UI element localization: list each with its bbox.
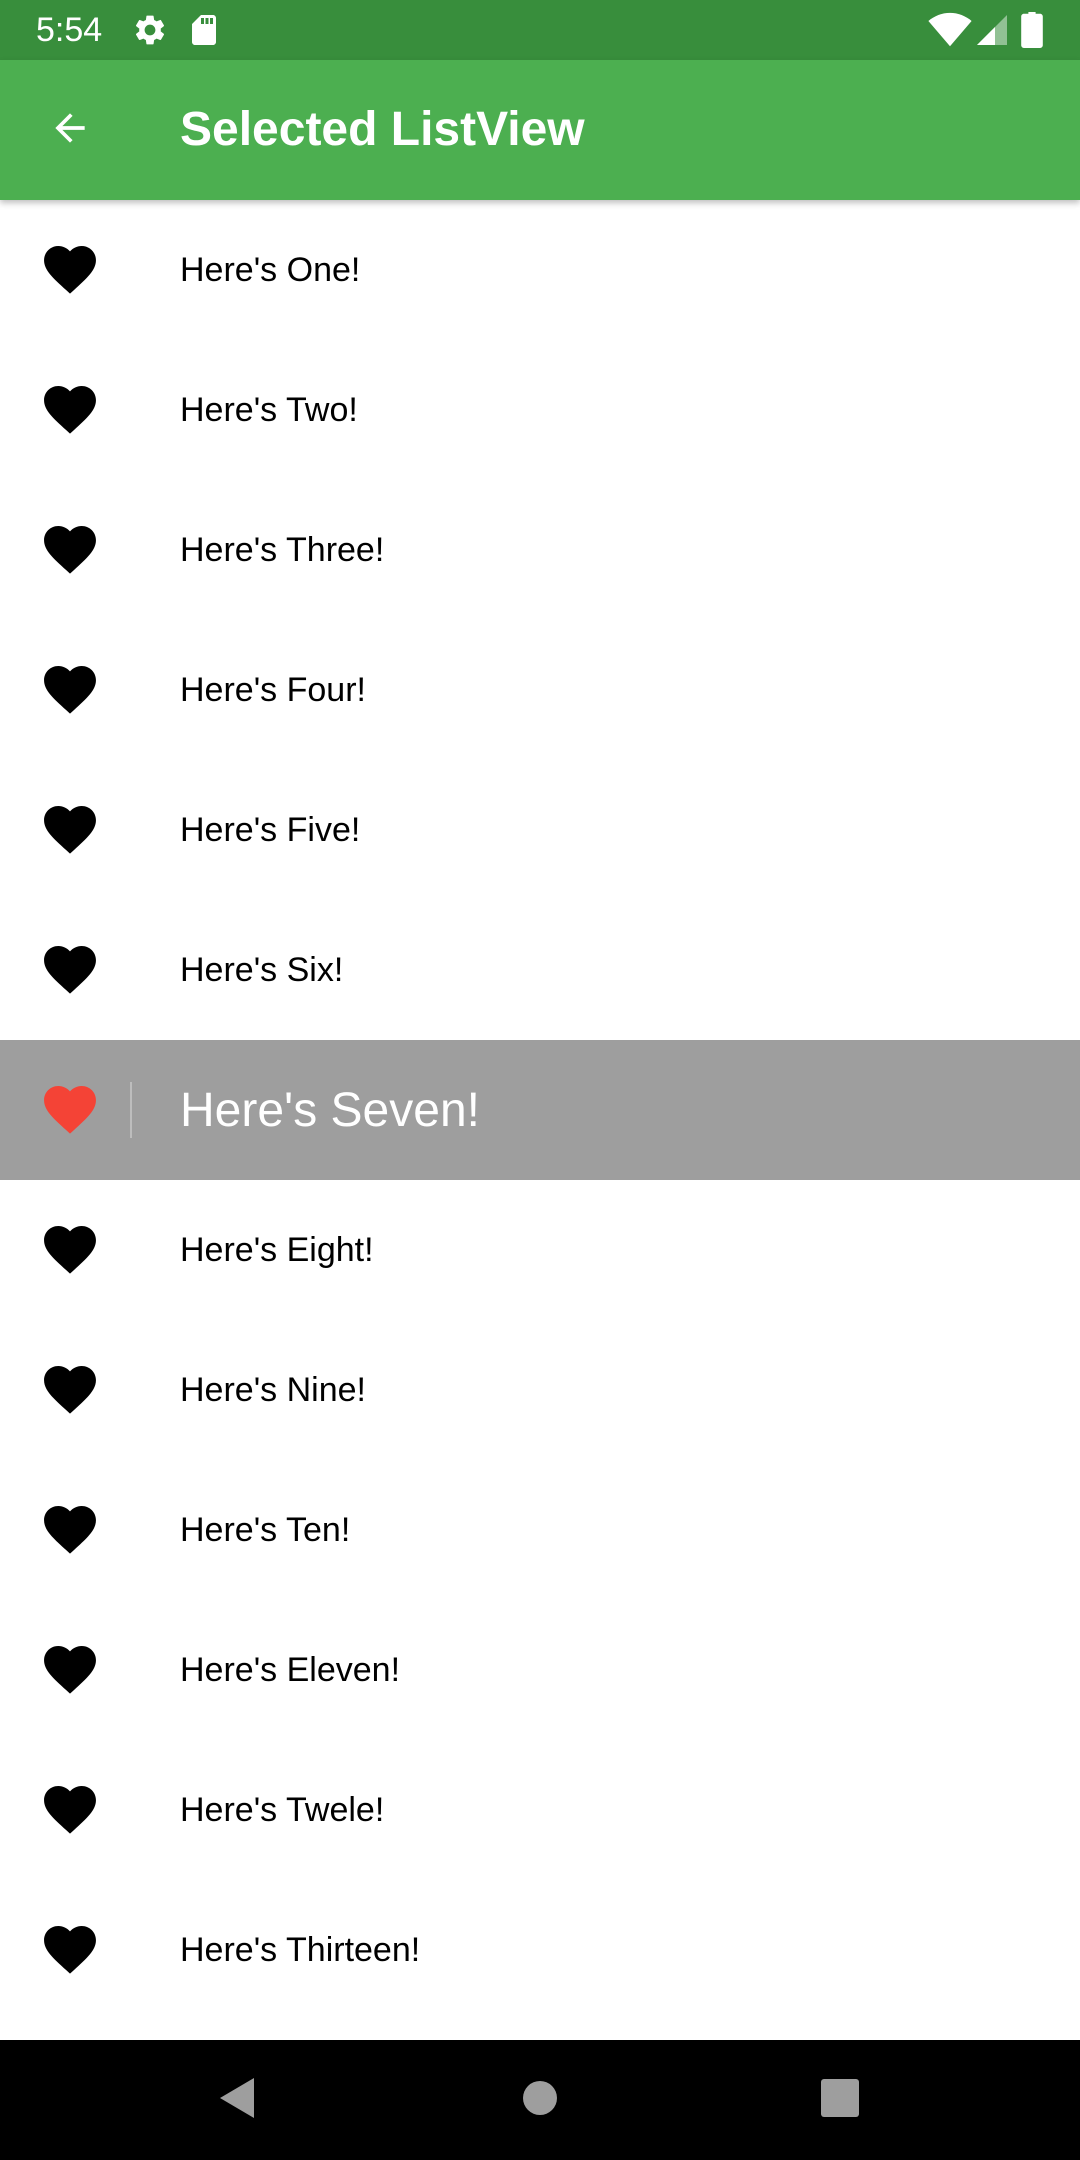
list-item[interactable]: Here's Ten! xyxy=(0,1460,1080,1600)
heart-icon xyxy=(44,806,96,854)
list-item-label: Here's Thirteen! xyxy=(180,1930,421,1969)
heart-icon xyxy=(44,666,96,714)
heart-icon xyxy=(44,1086,96,1134)
list-item[interactable]: Here's Eleven! xyxy=(0,1600,1080,1740)
nav-home-button[interactable] xyxy=(510,2070,570,2130)
recents-square-icon xyxy=(820,2078,860,2123)
app-bar: Selected ListView xyxy=(0,60,1080,200)
list-item-label: Here's Seven! xyxy=(180,1083,480,1137)
list-item-label: Here's Eight! xyxy=(180,1230,374,1269)
nav-back-button[interactable] xyxy=(208,2070,268,2130)
list-item[interactable]: Here's Three! xyxy=(0,480,1080,620)
list-view[interactable]: Here's One! Here's Two! Here's Three! Here'… xyxy=(0,200,1080,2040)
list-item-label: Here's Three! xyxy=(180,530,385,569)
nav-recents-button[interactable] xyxy=(810,2070,870,2130)
arrow-back-icon xyxy=(48,106,92,155)
list-item-label: Here's One! xyxy=(180,250,361,289)
list-item[interactable]: Here's Twele! xyxy=(0,1740,1080,1880)
list-item-label: Here's Five! xyxy=(180,810,361,849)
gear-icon xyxy=(132,12,168,48)
wifi-icon xyxy=(928,12,972,48)
screen: 5:54 Selected ListView Here's One! Here's… xyxy=(0,0,1080,2160)
heart-icon xyxy=(44,1506,96,1554)
list-item[interactable]: Here's Nine! xyxy=(0,1320,1080,1460)
list-item[interactable]: Here's One! xyxy=(0,200,1080,340)
heart-icon xyxy=(44,386,96,434)
list-item[interactable]: Here's Four! xyxy=(0,620,1080,760)
list-item[interactable]: Here's Five! xyxy=(0,760,1080,900)
list-item-selected[interactable]: Here's Seven! xyxy=(0,1040,1080,1180)
heart-icon xyxy=(44,1366,96,1414)
cell-signal-icon xyxy=(974,12,1010,48)
list-item-label: Here's Nine! xyxy=(180,1370,367,1409)
list-item-label: Here's Two! xyxy=(180,390,358,429)
row-divider xyxy=(130,1082,132,1138)
page-title: Selected ListView xyxy=(180,103,585,156)
navigation-bar xyxy=(0,2040,1080,2160)
back-triangle-icon xyxy=(218,2076,258,2125)
heart-icon xyxy=(44,1786,96,1834)
home-circle-icon xyxy=(522,2080,558,2121)
back-button[interactable] xyxy=(28,88,112,172)
list-item-label: Here's Twele! xyxy=(180,1790,385,1829)
heart-icon xyxy=(44,246,96,294)
heart-icon xyxy=(44,526,96,574)
list-item[interactable]: Here's Two! xyxy=(0,340,1080,480)
list-item[interactable]: Here's Six! xyxy=(0,900,1080,1040)
list-item-label: Here's Eleven! xyxy=(180,1650,401,1689)
heart-icon xyxy=(44,1646,96,1694)
list-item[interactable]: Here's Thirteen! xyxy=(0,1880,1080,2020)
sd-card-icon xyxy=(186,12,222,48)
battery-icon xyxy=(1020,12,1044,48)
heart-icon xyxy=(44,946,96,994)
heart-icon xyxy=(44,1926,96,1974)
status-time: 5:54 xyxy=(36,11,103,49)
list-item-label: Here's Six! xyxy=(180,950,344,989)
list-item-label: Here's Ten! xyxy=(180,1510,351,1549)
list-item-label: Here's Four! xyxy=(180,670,366,709)
heart-icon xyxy=(44,1226,96,1274)
list-item[interactable]: Here's Eight! xyxy=(0,1180,1080,1320)
status-bar: 5:54 xyxy=(0,0,1080,60)
